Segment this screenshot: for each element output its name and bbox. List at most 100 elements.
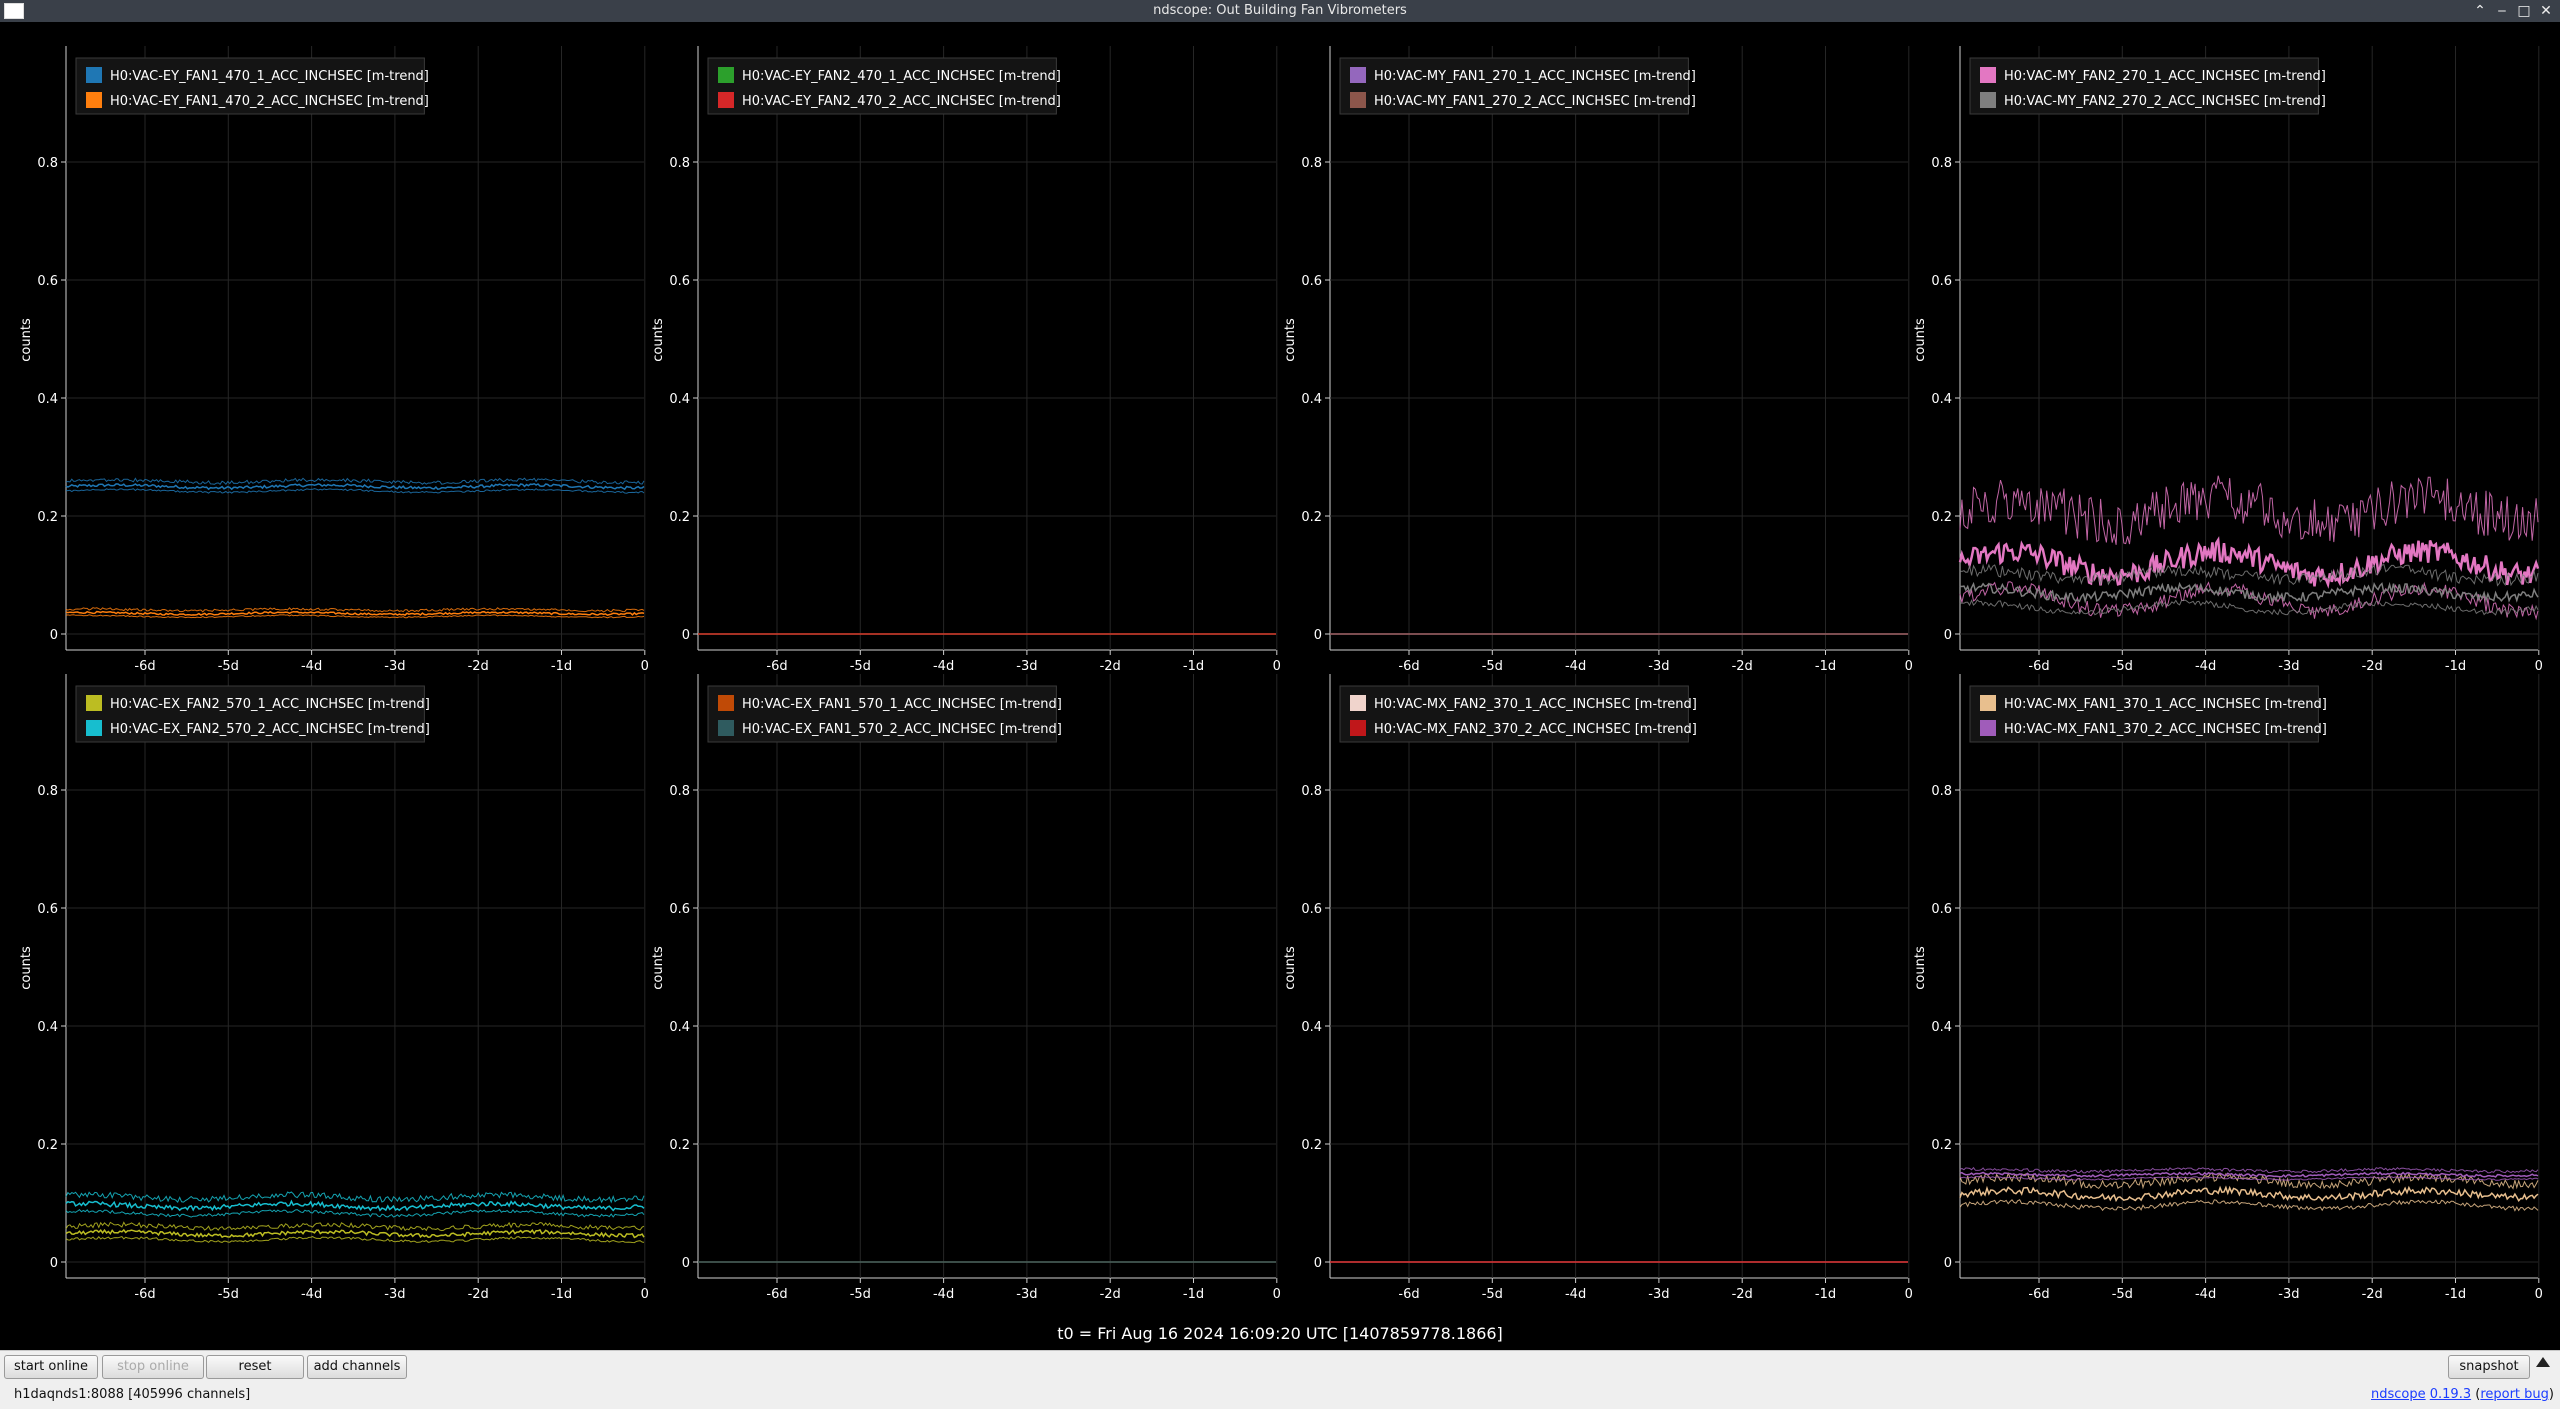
legend-label[interactable]: H0:VAC-MX_FAN2_370_2_ACC_INCHSEC [m-tren… — [1374, 722, 1697, 737]
legend-swatch[interactable] — [1980, 695, 1996, 711]
legend-label[interactable]: H0:VAC-EY_FAN1_470_1_ACC_INCHSEC [m-tren… — [110, 69, 429, 84]
x-tick-label: -2d — [1732, 659, 1753, 674]
x-tick-label: -1d — [1183, 659, 1204, 674]
x-tick-label: -6d — [766, 659, 787, 674]
legend-label[interactable]: H0:VAC-EX_FAN2_570_2_ACC_INCHSEC [m-tren… — [110, 722, 430, 737]
version-link[interactable]: 0.19.3 — [2430, 1387, 2471, 1402]
legend-label[interactable]: H0:VAC-EX_FAN2_570_1_ACC_INCHSEC [m-tren… — [110, 697, 430, 712]
minimize-icon[interactable]: ‒ — [2492, 2, 2512, 20]
y-tick-label: 0.8 — [1931, 156, 1952, 171]
x-tick-label: -3d — [2278, 1287, 2299, 1302]
snapshot-button[interactable]: snapshot — [2448, 1355, 2530, 1379]
plot-grid[interactable]: 0 0.2 0.4 0.6 0.8 -6d -5d -4d -3d -2d -1d 0 counts H0… — [0, 22, 2560, 1350]
legend-swatch[interactable] — [1980, 92, 1996, 108]
legend-label[interactable]: H0:VAC-EY_FAN2_470_2_ACC_INCHSEC [m-tren… — [742, 94, 1061, 109]
close-icon[interactable]: ✕ — [2536, 2, 2556, 20]
legend-label[interactable]: H0:VAC-MY_FAN2_270_2_ACC_INCHSEC [m-tren… — [2004, 94, 2326, 109]
x-tick-label: -3d — [1648, 1287, 1669, 1302]
legend-label[interactable]: H0:VAC-MX_FAN2_370_1_ACC_INCHSEC [m-tren… — [1374, 697, 1697, 712]
x-tick-label: -4d — [1565, 659, 1586, 674]
chart-panel-7[interactable]: 0 0.2 0.4 0.6 0.8 -6d -5d -4d -3d -2d -1d 0 counts H0… — [1283, 674, 1913, 1302]
y-axis-label: counts — [651, 318, 666, 362]
chart-panel-6[interactable]: 0 0.2 0.4 0.6 0.8 -6d -5d -4d -3d -2d -1d 0 counts H0… — [651, 674, 1281, 1302]
legend-label[interactable]: H0:VAC-MY_FAN2_270_1_ACC_INCHSEC [m-tren… — [2004, 69, 2326, 84]
y-tick-label: 0.6 — [669, 274, 690, 289]
x-tick-label: -1d — [1815, 659, 1836, 674]
x-tick-label: -5d — [2112, 1287, 2133, 1302]
x-tick-label: -3d — [1016, 659, 1037, 674]
y-tick-label: 0.4 — [669, 392, 690, 407]
ndscope-link[interactable]: ndscope — [2371, 1387, 2426, 1402]
legend-swatch[interactable] — [718, 67, 734, 83]
legend-label[interactable]: H0:VAC-EY_FAN2_470_1_ACC_INCHSEC [m-tren… — [742, 69, 1061, 84]
legend-swatch[interactable] — [1350, 67, 1366, 83]
status-bar: h1daqnds1:8088 [405996 channels] ndscope… — [0, 1381, 2560, 1409]
legend-label[interactable]: H0:VAC-MY_FAN1_270_1_ACC_INCHSEC [m-tren… — [1374, 69, 1696, 84]
chart-panel-5[interactable]: 0 0.2 0.4 0.6 0.8 -6d -5d -4d -3d -2d -1d 0 counts H0… — [19, 674, 649, 1302]
y-tick-label: 0.6 — [37, 902, 58, 917]
legend-swatch[interactable] — [86, 720, 102, 736]
x-tick-label: -4d — [1565, 1287, 1586, 1302]
x-tick-label: -5d — [850, 659, 871, 674]
x-tick-label: -1d — [551, 1287, 572, 1302]
y-axis-label: counts — [19, 318, 34, 362]
legend-swatch[interactable] — [86, 67, 102, 83]
report-bug-link[interactable]: report bug — [2480, 1387, 2549, 1402]
x-tick-label: -5d — [850, 1287, 871, 1302]
legend-swatch[interactable] — [718, 92, 734, 108]
x-tick-label: -5d — [2112, 659, 2133, 674]
y-tick-label: 0 — [1314, 1256, 1322, 1271]
legend-label[interactable]: H0:VAC-EY_FAN1_470_2_ACC_INCHSEC [m-tren… — [110, 94, 429, 109]
chart-panel-3[interactable]: 0 0.2 0.4 0.6 0.8 -6d -5d -4d -3d -2d -1d 0 counts H0… — [1283, 46, 1913, 674]
chart-panel-2[interactable]: 0 0.2 0.4 0.6 0.8 -6d -5d -4d -3d -2d -1d 0 counts H0… — [651, 46, 1281, 674]
chart-panel-4[interactable]: 0 0.2 0.4 0.6 0.8 -6d -5d -4d -3d -2d -1d 0 counts H0… — [1913, 46, 2543, 674]
series-max-line — [1959, 1166, 2539, 1174]
legend-swatch[interactable] — [1350, 92, 1366, 108]
chevron-up-icon[interactable]: ⌃ — [2470, 2, 2490, 20]
x-tick-label: -5d — [218, 1287, 239, 1302]
series-min-line — [65, 614, 645, 619]
start-online-button[interactable]: start online — [4, 1355, 98, 1379]
y-tick-label: 0.2 — [669, 1138, 690, 1153]
legend-swatch[interactable] — [1350, 695, 1366, 711]
y-tick-label: 0.8 — [1931, 784, 1952, 799]
x-tick-label: -5d — [1482, 1287, 1503, 1302]
x-tick-label: -2d — [1100, 1287, 1121, 1302]
x-tick-label: -2d — [468, 659, 489, 674]
legend-label[interactable]: H0:VAC-MX_FAN1_370_2_ACC_INCHSEC [m-tren… — [2004, 722, 2327, 737]
legend-swatch[interactable] — [718, 720, 734, 736]
x-tick-label: 0 — [641, 1287, 649, 1302]
x-tick-label: -4d — [301, 1287, 322, 1302]
legend-swatch[interactable] — [1980, 67, 1996, 83]
legend-label[interactable]: H0:VAC-MX_FAN1_370_1_ACC_INCHSEC [m-tren… — [2004, 697, 2327, 712]
legend-swatch[interactable] — [1980, 720, 1996, 736]
reset-button[interactable]: reset — [206, 1355, 304, 1379]
legend-label[interactable]: H0:VAC-EX_FAN1_570_1_ACC_INCHSEC [m-tren… — [742, 697, 1062, 712]
legend-swatch[interactable] — [718, 695, 734, 711]
y-tick-label: 0.2 — [37, 510, 58, 525]
chart-panel-1[interactable]: 0 0.2 0.4 0.6 0.8 -6d -5d -4d -3d -2d -1d 0 counts H0… — [19, 46, 649, 674]
x-tick-label: -5d — [218, 659, 239, 674]
y-tick-label: 0.8 — [669, 784, 690, 799]
y-tick-label: 0.4 — [669, 1020, 690, 1035]
series-max-line — [65, 1191, 645, 1204]
legend-label[interactable]: H0:VAC-EX_FAN1_570_2_ACC_INCHSEC [m-tren… — [742, 722, 1062, 737]
y-tick-label: 0 — [1944, 628, 1952, 643]
y-tick-label: 0.2 — [669, 510, 690, 525]
x-tick-label: -3d — [384, 1287, 405, 1302]
legend-swatch[interactable] — [86, 92, 102, 108]
stop-online-button[interactable]: stop online — [102, 1355, 204, 1379]
legend-swatch[interactable] — [1350, 720, 1366, 736]
maximize-icon[interactable]: □ — [2514, 2, 2534, 20]
x-tick-label: -6d — [2028, 659, 2049, 674]
y-tick-label: 0.4 — [1301, 392, 1322, 407]
triangle-up-icon[interactable] — [2536, 1357, 2550, 1367]
x-tick-label: 0 — [641, 659, 649, 674]
add-channels-button[interactable]: add channels — [307, 1355, 407, 1379]
legend-swatch[interactable] — [86, 695, 102, 711]
x-tick-label: -6d — [134, 659, 155, 674]
chart-panel-8[interactable]: 0 0.2 0.4 0.6 0.8 -6d -5d -4d -3d -2d -1d 0 counts H0… — [1913, 674, 2543, 1302]
y-axis-label: counts — [1913, 318, 1928, 362]
legend-label[interactable]: H0:VAC-MY_FAN1_270_2_ACC_INCHSEC [m-tren… — [1374, 94, 1696, 109]
series-mean-line — [65, 1199, 645, 1212]
